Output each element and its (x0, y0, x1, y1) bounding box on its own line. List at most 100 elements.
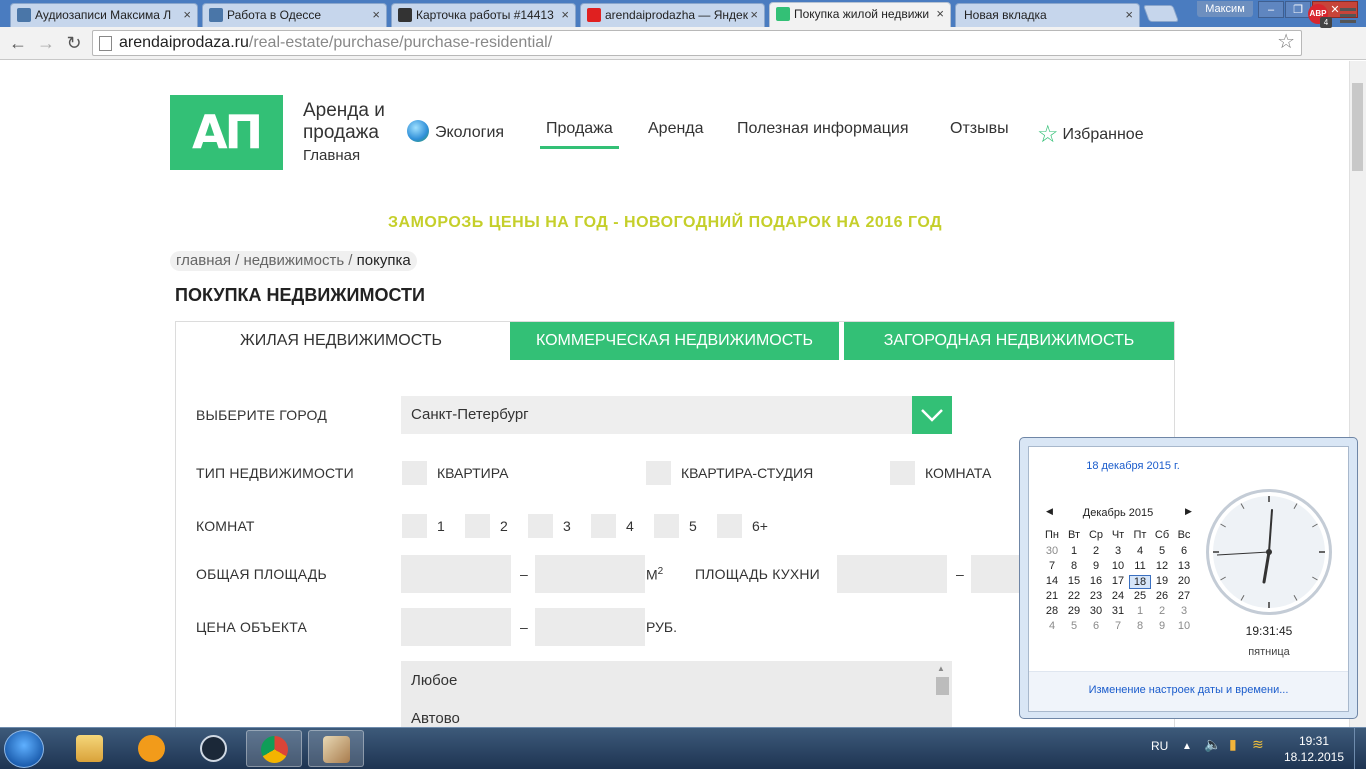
calendar-day[interactable]: 5 (1151, 545, 1173, 557)
reload-button[interactable]: ↻ (64, 33, 84, 54)
taskbar-explorer[interactable] (62, 730, 118, 767)
calendar-day[interactable]: 19 (1151, 575, 1173, 587)
rooms-checkbox-4[interactable] (591, 514, 616, 538)
calendar-day[interactable]: 2 (1085, 545, 1107, 557)
calendar-day[interactable]: 8 (1063, 560, 1085, 572)
calendar-day[interactable]: 13 (1173, 560, 1195, 572)
calendar-day[interactable]: 8 (1129, 620, 1151, 632)
calendar-day[interactable]: 4 (1041, 620, 1063, 632)
area-from-input[interactable] (401, 555, 511, 593)
rooms-checkbox-3[interactable] (528, 514, 553, 538)
city-select[interactable]: Санкт-Петербург (401, 396, 912, 434)
calendar-day[interactable]: 15 (1063, 575, 1085, 587)
calendar-day[interactable]: 30 (1085, 605, 1107, 617)
taskbar-steam[interactable] (186, 730, 242, 767)
calendar-day[interactable]: 7 (1107, 620, 1129, 632)
calendar-day[interactable]: 24 (1107, 590, 1129, 602)
close-tab-icon[interactable]: × (561, 4, 569, 26)
back-button[interactable]: ← (8, 33, 28, 54)
calendar-day[interactable]: 12 (1151, 560, 1173, 572)
promo-banner[interactable]: ЗАМОРОЗЬ ЦЕНЫ НА ГОД - НОВОГОДНИЙ ПОДАРО… (0, 214, 1330, 232)
calendar-day[interactable]: 28 (1041, 605, 1063, 617)
bookmark-star-icon[interactable]: ☆ (1277, 30, 1295, 54)
type-checkbox-room[interactable] (890, 461, 915, 485)
calendar-day[interactable]: 27 (1173, 590, 1195, 602)
list-item[interactable]: Автово (411, 710, 460, 727)
breadcrumb-home[interactable]: главная (176, 252, 231, 269)
nav-info[interactable]: Полезная информация (737, 120, 909, 138)
price-from-input[interactable] (401, 608, 511, 646)
kitchen-from-input[interactable] (837, 555, 947, 593)
site-logo[interactable]: АП (170, 95, 283, 170)
type-checkbox-studio[interactable] (646, 461, 671, 485)
close-tab-icon[interactable]: × (183, 4, 191, 26)
forward-button[interactable]: → (36, 33, 56, 54)
nav-favorites[interactable]: ☆ Избранное (1037, 120, 1144, 149)
browser-tab[interactable]: Покупка жилой недвижи × (769, 2, 951, 27)
calendar-day[interactable]: 6 (1085, 620, 1107, 632)
close-tab-icon[interactable]: × (936, 3, 944, 25)
volume-icon[interactable]: 🔈 (1204, 736, 1221, 753)
new-tab-button[interactable] (1142, 5, 1180, 22)
calendar-day[interactable]: 16 (1085, 575, 1107, 587)
tray-clock[interactable]: 19:31 18.12.2015 (1282, 733, 1346, 765)
minimize-button[interactable]: – (1258, 1, 1284, 18)
rooms-checkbox-1[interactable] (402, 514, 427, 538)
page-scrollbar-thumb[interactable] (1352, 83, 1363, 171)
calendar-day[interactable]: 18 (1129, 575, 1151, 589)
brand-title[interactable]: Аренда и продажа (303, 100, 403, 144)
price-to-input[interactable] (535, 608, 645, 646)
calendar-day[interactable]: 21 (1041, 590, 1063, 602)
nav-sale[interactable]: Продажа (540, 120, 619, 149)
browser-menu-icon[interactable] (1340, 8, 1356, 24)
calendar-day[interactable]: 26 (1151, 590, 1173, 602)
profile-button[interactable]: Максим (1197, 1, 1253, 17)
taskbar-aimp[interactable] (124, 730, 180, 767)
calendar-month-title[interactable]: Декабрь 2015 (1040, 507, 1196, 519)
type-checkbox-flat[interactable] (402, 461, 427, 485)
calendar-day[interactable]: 7 (1041, 560, 1063, 572)
rooms-checkbox-5[interactable] (654, 514, 679, 538)
calendar-day[interactable]: 11 (1129, 560, 1151, 572)
taskbar-paint[interactable] (308, 730, 364, 767)
calendar-day[interactable]: 31 (1107, 605, 1129, 617)
tray-language[interactable]: RU (1151, 739, 1168, 753)
calendar-day[interactable]: 10 (1107, 560, 1129, 572)
calendar-day[interactable]: 6 (1173, 545, 1195, 557)
kitchen-to-input[interactable] (971, 555, 1019, 593)
calendar-day[interactable]: 30 (1041, 545, 1063, 557)
calendar-day[interactable]: 29 (1063, 605, 1085, 617)
nav-rent[interactable]: Аренда (648, 120, 704, 138)
calendar-day[interactable]: 25 (1129, 590, 1151, 602)
calendar-day[interactable]: 20 (1173, 575, 1195, 587)
rooms-checkbox-6plus[interactable] (717, 514, 742, 538)
calendar-day[interactable]: 3 (1107, 545, 1129, 557)
maximize-button[interactable]: ❐ (1285, 1, 1311, 18)
start-button[interactable] (4, 730, 44, 768)
calendar-date-link[interactable]: 18 декабря 2015 г. (1028, 460, 1238, 472)
list-item[interactable]: Любое (411, 672, 457, 689)
nav-ecology[interactable]: Экология (407, 120, 504, 142)
calendar-day[interactable]: 23 (1085, 590, 1107, 602)
wifi-icon[interactable]: ≋ (1252, 736, 1264, 753)
calendar-day[interactable]: 9 (1085, 560, 1107, 572)
calendar-day[interactable]: 5 (1063, 620, 1085, 632)
calendar-day[interactable]: 9 (1151, 620, 1173, 632)
list-scrollbar-thumb[interactable] (936, 677, 949, 695)
browser-tab[interactable]: Новая вкладка × (955, 3, 1140, 27)
calendar-day[interactable]: 1 (1063, 545, 1085, 557)
calendar-day[interactable]: 10 (1173, 620, 1195, 632)
list-scroll-up-icon[interactable]: ▲ (937, 664, 945, 673)
browser-tab[interactable]: arendaiprodazha — Яндек × (580, 3, 765, 27)
rooms-checkbox-2[interactable] (465, 514, 490, 538)
browser-tab[interactable]: Аудиозаписи Максима Л × (10, 3, 198, 27)
calendar-next-icon[interactable]: ▶ (1185, 506, 1192, 517)
district-listbox[interactable] (401, 661, 952, 731)
browser-tab[interactable]: Карточка работы #14413 × (391, 3, 576, 27)
tab-country[interactable]: ЗАГОРОДНАЯ НЕДВИЖИМОСТЬ (844, 322, 1174, 360)
city-dropdown-button[interactable] (912, 396, 952, 434)
show-desktop-button[interactable] (1354, 728, 1366, 769)
nav-reviews[interactable]: Отзывы (950, 120, 1009, 138)
close-tab-icon[interactable]: × (1125, 4, 1133, 26)
power-icon[interactable]: ▮ (1229, 736, 1237, 753)
